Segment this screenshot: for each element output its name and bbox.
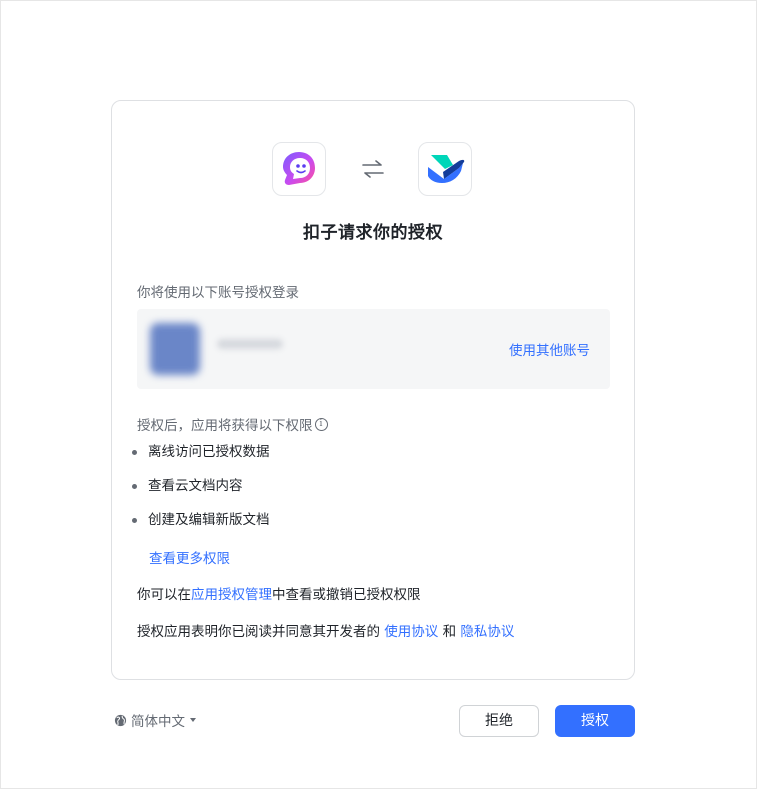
bullet-icon (132, 450, 137, 455)
authorize-button[interactable]: 授权 (555, 705, 635, 737)
coze-app-logo (272, 142, 326, 196)
permission-text: 离线访问已授权数据 (148, 444, 270, 460)
info-icon[interactable]: i (314, 417, 328, 431)
account-section-label: 你将使用以下账号授权登录 (137, 285, 299, 301)
swap-arrows-icon (362, 160, 384, 178)
terms-of-use-link[interactable]: 使用协议 (384, 624, 438, 640)
privacy-policy-link[interactable]: 隐私协议 (460, 624, 514, 640)
agreement-prefix: 授权应用表明你已阅读并同意其开发者的 (137, 624, 385, 640)
permission-text: 创建及编辑新版文档 (148, 512, 270, 528)
authorization-card: 扣子请求你的授权 你将使用以下账号授权登录 使用其他账号 授权后，应用将获得以下… (111, 100, 635, 680)
agreement-note: 授权应用表明你已阅读并同意其开发者的 使用协议 和 隐私协议 (137, 620, 514, 640)
language-label: 简体中文 (131, 714, 185, 730)
feishu-lark-logo (418, 142, 472, 196)
list-item: 创建及编辑新版文档 (132, 509, 270, 543)
coze-logo-icon (283, 152, 315, 185)
permissions-label: 授权后，应用将获得以下权限 i (137, 414, 328, 434)
bullet-icon (132, 518, 137, 523)
permission-text: 查看云文档内容 (148, 478, 243, 494)
app-logos (112, 142, 634, 198)
more-permissions-link[interactable]: 查看更多权限 (149, 547, 230, 567)
avatar (150, 323, 200, 375)
current-account: 使用其他账号 (137, 309, 610, 389)
language-selector[interactable]: 简体中文 (114, 710, 196, 730)
bullet-icon (132, 484, 137, 489)
chevron-down-icon (190, 718, 196, 722)
permissions-list: 离线访问已授权数据 查看云文档内容 创建及编辑新版文档 (132, 441, 270, 543)
dialog-title: 扣子请求你的授权 (303, 223, 443, 243)
account-name-redacted (217, 339, 283, 349)
switch-account-link[interactable]: 使用其他账号 (509, 339, 590, 359)
permissions-label-text: 授权后，应用将获得以下权限 (137, 418, 313, 434)
deny-button[interactable]: 拒绝 (459, 705, 539, 737)
list-item: 查看云文档内容 (132, 475, 270, 509)
app-authorization-management-link[interactable]: 应用授权管理 (191, 587, 272, 603)
agreement-middle: 和 (438, 624, 461, 640)
list-item: 离线访问已授权数据 (132, 441, 270, 475)
manage-permissions-note: 你可以在应用授权管理中查看或撤销已授权权限 (137, 583, 421, 603)
globe-icon (114, 714, 127, 726)
feishu-logo-icon (428, 155, 465, 183)
manage-prefix: 你可以在 (137, 587, 191, 603)
manage-suffix: 中查看或撤销已授权权限 (272, 587, 421, 603)
